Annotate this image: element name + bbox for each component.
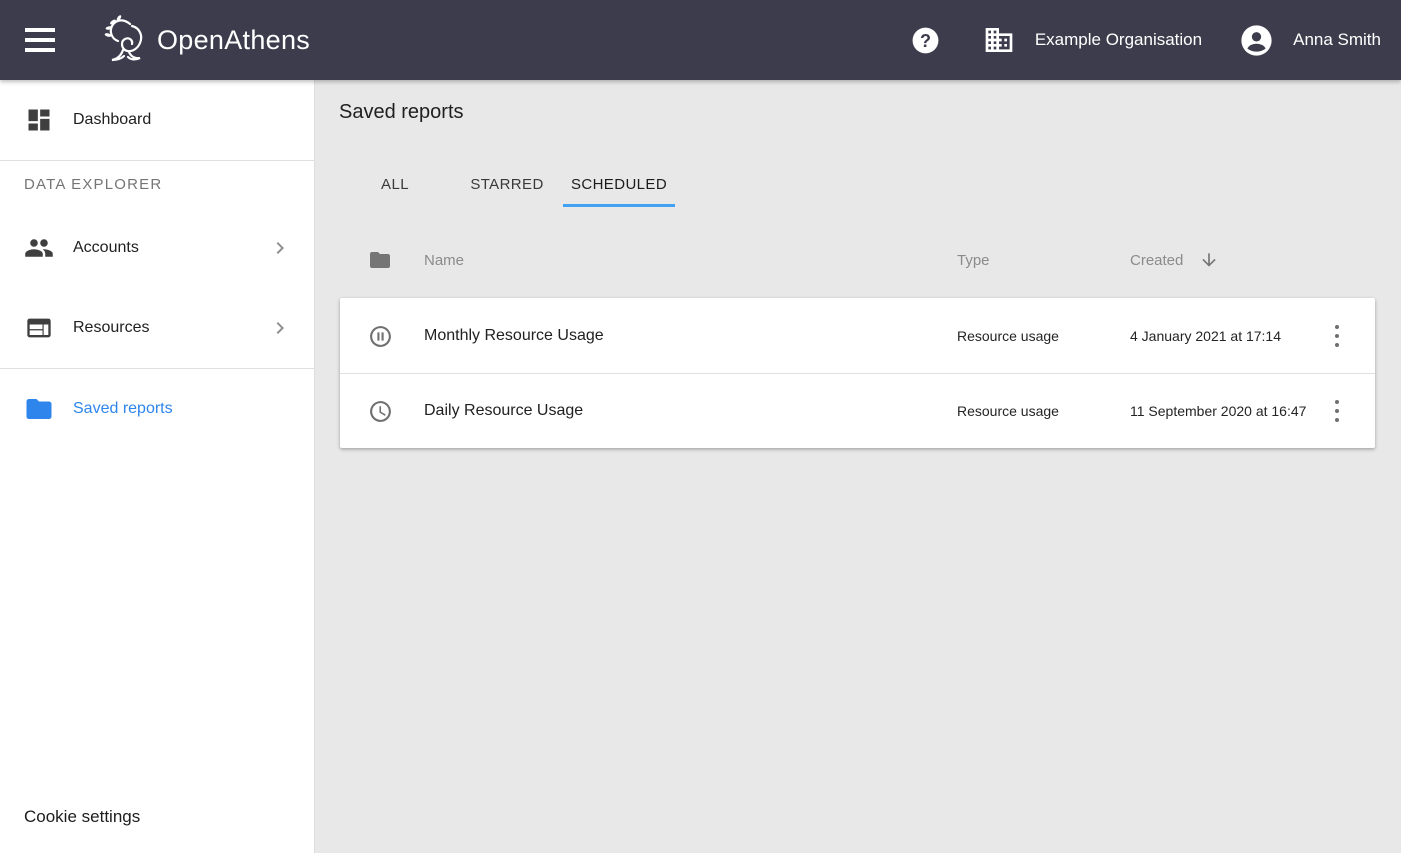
table-row[interactable]: Daily Resource Usage Resource usage 11 S…	[340, 373, 1375, 448]
tab-scheduled[interactable]: SCHEDULED	[563, 161, 675, 207]
column-header-name[interactable]: Name	[424, 252, 957, 269]
table-row[interactable]: Monthly Resource Usage Resource usage 4 …	[340, 298, 1375, 373]
sidebar-item-resources[interactable]: Resources	[0, 288, 314, 368]
report-type: Resource usage	[957, 328, 1130, 344]
brand-name: OpenAthens	[157, 25, 310, 56]
folder-icon	[24, 394, 54, 424]
resources-icon	[24, 313, 54, 343]
accounts-icon	[24, 233, 54, 263]
tab-bar: ALL STARRED SCHEDULED	[339, 161, 1374, 207]
page-title: Saved reports	[339, 101, 1374, 124]
organisation-name: Example Organisation	[1035, 30, 1202, 50]
main-content: Saved reports ALL STARRED SCHEDULED Name…	[315, 80, 1401, 853]
tab-all[interactable]: ALL	[339, 161, 451, 207]
paused-schedule-icon	[368, 324, 392, 348]
sidebar-item-dashboard[interactable]: Dashboard	[0, 80, 314, 160]
openathens-logo: OpenAthens	[99, 12, 310, 68]
report-created: 4 January 2021 at 17:14	[1130, 328, 1325, 344]
sort-descending-icon	[1199, 250, 1219, 270]
sidebar-item-saved-reports[interactable]: Saved reports	[0, 369, 314, 449]
app-bar: OpenAthens ? Example Organisation Anna S…	[0, 0, 1401, 80]
openathens-logo-icon	[99, 12, 151, 68]
svg-text:?: ?	[920, 30, 931, 50]
help-button[interactable]: ?	[910, 25, 941, 56]
folder-column-icon	[368, 248, 392, 272]
hamburger-menu-icon[interactable]	[25, 28, 59, 52]
user-avatar-icon	[1240, 24, 1273, 57]
column-header-type[interactable]: Type	[957, 252, 1130, 269]
sidebar-item-label: Saved reports	[73, 400, 173, 418]
report-name: Monthly Resource Usage	[424, 327, 957, 345]
scheduled-clock-icon	[368, 399, 392, 423]
help-icon: ?	[910, 25, 941, 56]
user-menu[interactable]: Anna Smith	[1240, 24, 1381, 57]
column-header-created[interactable]: Created	[1130, 250, 1325, 270]
saved-reports-list: Monthly Resource Usage Resource usage 4 …	[340, 298, 1375, 448]
sidebar-item-accounts[interactable]: Accounts	[0, 208, 314, 288]
row-actions-menu-icon[interactable]	[1325, 395, 1349, 427]
sidebar-item-label: Accounts	[73, 239, 139, 257]
sidebar-section-data-explorer: DATA EXPLORER	[0, 161, 314, 208]
user-name: Anna Smith	[1293, 30, 1381, 50]
table-header-row: Name Type Created	[340, 235, 1375, 285]
tab-starred[interactable]: STARRED	[451, 161, 563, 207]
row-actions-menu-icon[interactable]	[1325, 320, 1349, 352]
chevron-right-icon	[268, 236, 292, 260]
report-type: Resource usage	[957, 403, 1130, 419]
cookie-settings-link[interactable]: Cookie settings	[24, 807, 140, 827]
organisation-switcher[interactable]: Example Organisation	[983, 24, 1202, 56]
report-name: Daily Resource Usage	[424, 402, 957, 420]
dashboard-icon	[24, 105, 54, 135]
sidebar-item-label: Resources	[73, 319, 149, 337]
report-created: 11 September 2020 at 16:47	[1130, 403, 1325, 419]
sidebar-item-label: Dashboard	[73, 111, 151, 129]
organisation-icon	[983, 24, 1015, 56]
sidebar: Dashboard DATA EXPLORER Accounts Resourc…	[0, 80, 315, 853]
chevron-right-icon	[268, 316, 292, 340]
